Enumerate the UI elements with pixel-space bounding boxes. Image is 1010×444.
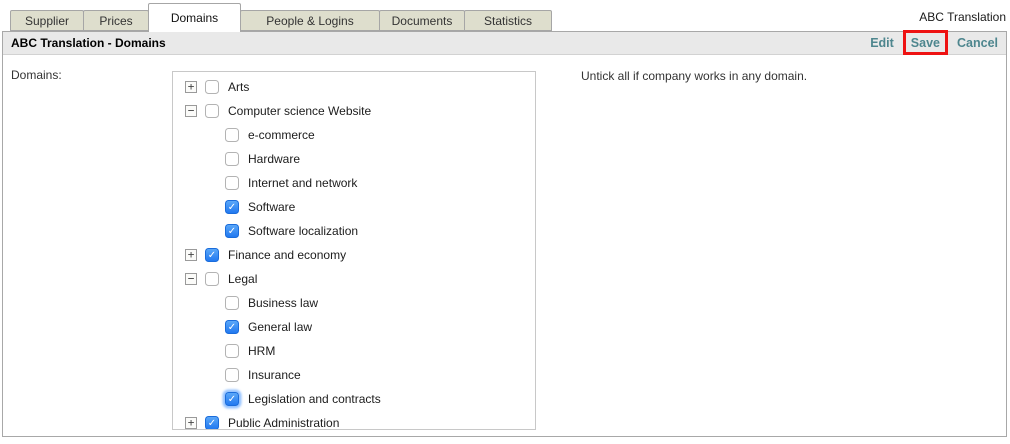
tree-item-label[interactable]: Hardware — [248, 152, 300, 166]
tree-row-insurance: Insurance — [185, 363, 535, 387]
edit-button[interactable]: Edit — [870, 36, 894, 50]
checkbox-software[interactable]: ✓ — [225, 200, 239, 214]
tree-item-label[interactable]: Internet and network — [248, 176, 357, 190]
checkbox-insurance[interactable] — [225, 368, 239, 382]
tab-bar: SupplierPricesDomainsPeople & LoginsDocu… — [10, 0, 551, 31]
supplier-domains-page: { "page": { "top_right_label": "ABC Tran… — [0, 0, 1010, 444]
tree-item-label[interactable]: e-commerce — [248, 128, 315, 142]
action-links: Edit Save Cancel — [870, 36, 998, 50]
checkbox-legislation-and-contracts[interactable]: ✓ — [225, 392, 239, 406]
domains-field-label: Domains: — [11, 68, 62, 82]
record-title: ABC Translation — [919, 10, 1006, 24]
tab-statistics[interactable]: Statistics — [464, 10, 552, 31]
tree-row-arts: + Arts — [185, 75, 535, 99]
tree-item-label[interactable]: General law — [248, 320, 312, 334]
tree-row-e-commerce: e-commerce — [185, 123, 535, 147]
checkbox-e-commerce[interactable] — [225, 128, 239, 142]
checkbox-internet-and-network[interactable] — [225, 176, 239, 190]
checkbox-hardware[interactable] — [225, 152, 239, 166]
section-header-bar: ABC Translation - Domains Edit Save Cancel — [3, 32, 1006, 55]
save-button[interactable]: Save — [911, 36, 940, 50]
tree-row-finance-and-economy: + ✓ Finance and economy — [185, 243, 535, 267]
tree-row-software-localization: ✓ Software localization — [185, 219, 535, 243]
collapse-minus-icon[interactable]: − — [185, 105, 197, 117]
page-title: ABC Translation - Domains — [11, 36, 166, 50]
checkbox-arts[interactable] — [205, 80, 219, 94]
tree-item-label[interactable]: Software localization — [248, 224, 358, 238]
tree-row-public-administration: + ✓ Public Administration — [185, 411, 535, 430]
tree-row-computer-science-website: − Computer science Website — [185, 99, 535, 123]
tree-item-label[interactable]: Computer science Website — [228, 104, 371, 118]
tree-row-legal: − Legal — [185, 267, 535, 291]
tree-row-internet-and-network: Internet and network — [185, 171, 535, 195]
checkbox-hrm[interactable] — [225, 344, 239, 358]
checkbox-public-administration[interactable]: ✓ — [205, 416, 219, 430]
checkbox-finance-and-economy[interactable]: ✓ — [205, 248, 219, 262]
main-panel: ABC Translation - Domains Edit Save Cancel… — [2, 31, 1007, 437]
expand-plus-icon[interactable]: + — [185, 417, 197, 429]
tab-people-logins[interactable]: People & Logins — [240, 10, 380, 31]
tree-item-label[interactable]: Public Administration — [228, 416, 339, 430]
tree-row-hrm: HRM — [185, 339, 535, 363]
tree-item-label[interactable]: Insurance — [248, 368, 301, 382]
tree-item-label[interactable]: Business law — [248, 296, 318, 310]
expand-plus-icon[interactable]: + — [185, 249, 197, 261]
checkbox-general-law[interactable]: ✓ — [225, 320, 239, 334]
tree-row-legislation-and-contracts: ✓ Legislation and contracts — [185, 387, 535, 411]
hint-text: Untick all if company works in any domai… — [581, 69, 807, 83]
checkbox-computer-science-website[interactable] — [205, 104, 219, 118]
checkbox-software-localization[interactable]: ✓ — [225, 224, 239, 238]
tab-supplier[interactable]: Supplier — [10, 10, 84, 31]
tree-item-label[interactable]: Legislation and contracts — [248, 392, 381, 406]
tree-item-label[interactable]: Software — [248, 200, 295, 214]
tree-item-label[interactable]: Arts — [228, 80, 249, 94]
expand-plus-icon[interactable]: + — [185, 81, 197, 93]
tree-row-software: ✓ Software — [185, 195, 535, 219]
collapse-minus-icon[interactable]: − — [185, 273, 197, 285]
tab-prices[interactable]: Prices — [83, 10, 149, 31]
tab-domains[interactable]: Domains — [148, 3, 241, 32]
domains-tree: + Arts − Computer science Website e-commerce… — [172, 71, 536, 430]
cancel-button[interactable]: Cancel — [957, 36, 998, 50]
tree-item-label[interactable]: HRM — [248, 344, 275, 358]
tree-row-hardware: Hardware — [185, 147, 535, 171]
checkbox-business-law[interactable] — [225, 296, 239, 310]
tree-row-general-law: ✓ General law — [185, 315, 535, 339]
tree-item-label[interactable]: Finance and economy — [228, 248, 346, 262]
tree-item-label[interactable]: Legal — [228, 272, 257, 286]
checkbox-legal[interactable] — [205, 272, 219, 286]
tab-documents[interactable]: Documents — [379, 10, 465, 31]
tree-row-business-law: Business law — [185, 291, 535, 315]
